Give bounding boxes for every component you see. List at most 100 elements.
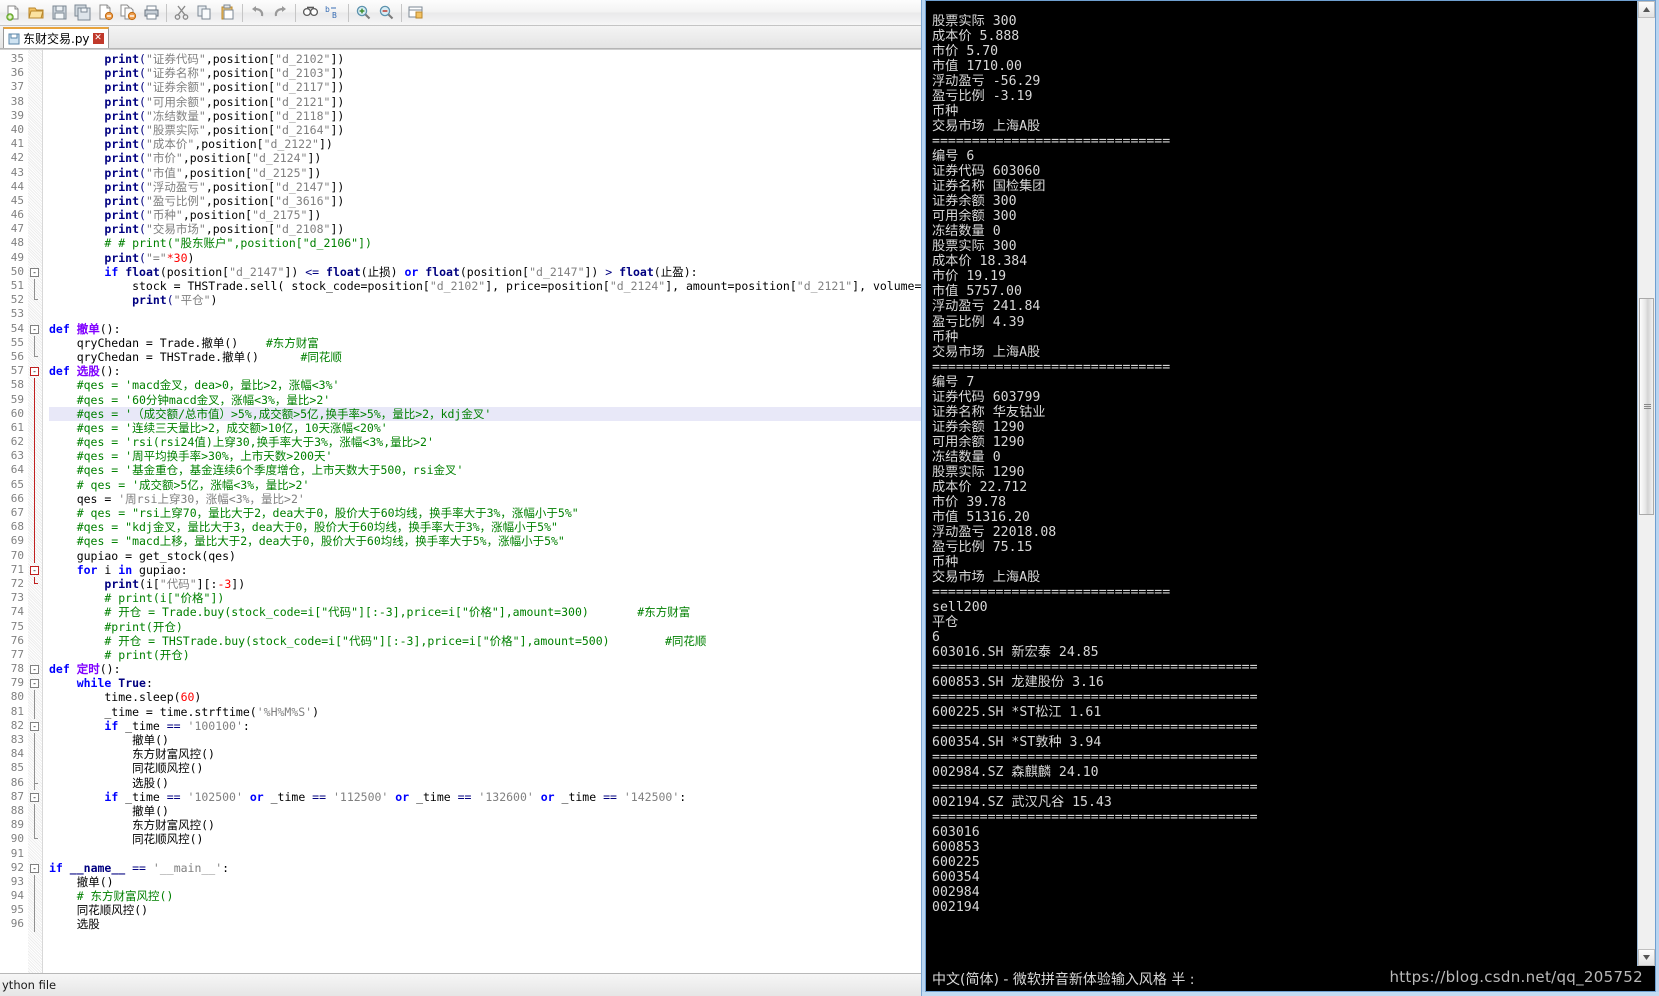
sync-scroll-icon[interactable] [405,2,428,24]
code-line[interactable]: print("市价",position["d_2124"]) [49,151,935,165]
code-line[interactable]: gupiao = get_stock(qes) [49,549,935,563]
code-editor-area[interactable]: 35 36 37 38 39 40 41 42 43 44 45 46 47 48 49 50 51 52 53 54… [0,49,935,973]
fold-marker[interactable] [28,520,42,535]
scroll-up-icon[interactable] [1638,1,1655,18]
code-line[interactable]: #qes = "kdj金叉，量比大于3，dea大于0，股价大于60均线，换手率大… [49,520,935,534]
code-line[interactable]: 同花顺风控() [49,832,935,846]
code-line[interactable]: if __name__ == '__main__': [49,861,935,875]
fold-marker[interactable] [28,690,42,705]
code-line[interactable]: time.sleep(60) [49,690,935,704]
fold-marker[interactable] [28,620,42,634]
redo-icon[interactable] [269,2,292,24]
code-line[interactable]: 撤单() [49,875,935,889]
fold-marker[interactable] [28,52,42,66]
fold-marker[interactable] [28,349,42,364]
code-line[interactable]: qryChedan = THSTrade.撤单() #同花顺 [49,350,935,364]
cut-icon[interactable] [170,2,193,24]
fold-marker[interactable] [28,576,42,591]
fold-marker[interactable]: - [28,322,42,336]
source-code-text[interactable]: print("证券代码",position["d_2102"]) print("… [43,50,935,973]
code-line[interactable]: #qes = 'rsi(rsi24值)上穿30,换手率大于3%，涨幅<3%,量比… [49,435,935,449]
fold-marker[interactable] [28,917,42,932]
fold-marker[interactable] [28,123,42,137]
code-line[interactable]: print("盈亏比例",position["d_3616"]) [49,194,935,208]
code-line[interactable]: print("币种",position["d_2175"]) [49,208,935,222]
code-line[interactable]: #qes = '（成交额/总市值）>5%,成交额>5亿,换手率>5%，量比>2，… [49,406,935,421]
fold-marker[interactable] [28,506,42,521]
fold-marker[interactable] [28,747,42,762]
fold-marker[interactable] [28,463,42,478]
fold-marker[interactable] [28,733,42,748]
console-output-text[interactable]: 股票实际 300 成本价 5.888 市价 5.70 市值 1710.00 浮动… [926,14,1637,953]
fold-marker[interactable] [28,605,42,619]
fold-marker[interactable] [28,449,42,464]
code-line[interactable]: # 东方财富风控() [49,889,935,903]
save-icon[interactable] [48,2,71,24]
code-line[interactable]: for i in gupiao: [49,563,935,577]
code-line[interactable]: _time = time.strftime('%H%M%S') [49,705,935,719]
fold-marker[interactable] [28,66,42,80]
code-line[interactable]: # qes = "rsi上穿70，量比大于2，dea大于0，股价大于60均线，换… [49,506,935,520]
code-line[interactable]: #print(开仓) [49,620,935,634]
fold-marker[interactable] [28,293,42,307]
fold-marker[interactable] [28,335,42,350]
fold-marker[interactable] [28,491,42,506]
code-line[interactable]: # 开仓 = Trade.buy(stock_code=i["代码"][:-3]… [49,605,935,619]
fold-marker[interactable] [28,548,42,563]
fold-marker[interactable] [28,634,42,648]
fold-marker[interactable] [28,818,42,833]
fold-marker[interactable] [28,251,42,265]
console-scrollbar[interactable] [1637,1,1655,966]
code-line[interactable]: print("交易市场",position["d_2108"]) [49,222,935,236]
fold-marker[interactable] [28,208,42,222]
code-line[interactable]: # qes = '成交额>5亿，涨幅<3%，量比>2' [49,478,935,492]
fold-marker[interactable] [28,477,42,492]
code-line[interactable]: 同花顺风控() [49,761,935,775]
fold-marker[interactable] [28,166,42,180]
code-line[interactable]: def 撤单(): [49,322,935,336]
fold-marker[interactable]: - [28,719,42,733]
code-line[interactable]: print("市值",position["d_2125"]) [49,166,935,180]
code-line[interactable]: if _time == '100100': [49,719,935,733]
code-line[interactable]: print("股票实际",position["d_2164"]) [49,123,935,137]
code-line[interactable]: if float(position["d_2147"]) <= float(止损… [49,265,935,279]
fold-marker[interactable] [28,151,42,165]
fold-marker[interactable] [28,222,42,236]
fold-marker[interactable] [28,889,42,904]
code-line[interactable]: print("浮动盈亏",position["d_2147"]) [49,180,935,194]
code-line[interactable]: def 选股(): [49,364,935,378]
paste-icon[interactable] [216,2,239,24]
zoom-out-icon[interactable] [375,2,398,24]
code-line[interactable] [49,847,935,861]
code-line[interactable]: print(i["代码"][:-3]) [49,577,935,591]
code-line[interactable]: print("证券余额",position["d_2117"]) [49,80,935,94]
code-line[interactable]: qes = '周rsi上穿30，涨幅<3%，量比>2' [49,492,935,506]
fold-marker[interactable] [28,704,42,719]
fold-marker[interactable] [28,803,42,819]
fold-marker[interactable] [28,307,42,321]
fold-marker[interactable] [28,648,42,662]
code-line[interactable]: #qes = '60分钟macd金叉，涨幅<3%，量比>2' [49,393,935,407]
code-line[interactable]: print("证券代码",position["d_2102"]) [49,52,935,66]
close-icon[interactable]: ✕ [92,33,104,44]
code-line[interactable]: # print(开仓) [49,648,935,662]
scroll-down-icon[interactable] [1638,949,1655,966]
fold-marker[interactable] [28,903,42,918]
new-file-icon[interactable] [2,2,25,24]
fold-marker[interactable] [28,761,42,776]
fold-marker[interactable] [28,847,42,861]
fold-marker[interactable] [28,832,42,846]
find-icon[interactable] [299,2,322,24]
fold-marker[interactable] [28,236,42,250]
fold-marker[interactable] [28,534,42,549]
fold-marker[interactable]: - [28,790,42,804]
code-line[interactable]: 撤单() [49,733,935,747]
fold-marker[interactable]: - [28,861,42,875]
fold-marker[interactable]: - [28,364,42,378]
fold-marker[interactable] [28,137,42,151]
fold-marker[interactable] [28,406,42,421]
code-line[interactable]: #qes = '连续三天量比>2，成交额>10亿，10天涨幅<20%' [49,421,935,435]
fold-marker[interactable] [28,109,42,123]
code-line[interactable]: # 开仓 = THSTrade.buy(stock_code=i["代码"][:… [49,634,935,648]
fold-marker[interactable] [28,95,42,109]
